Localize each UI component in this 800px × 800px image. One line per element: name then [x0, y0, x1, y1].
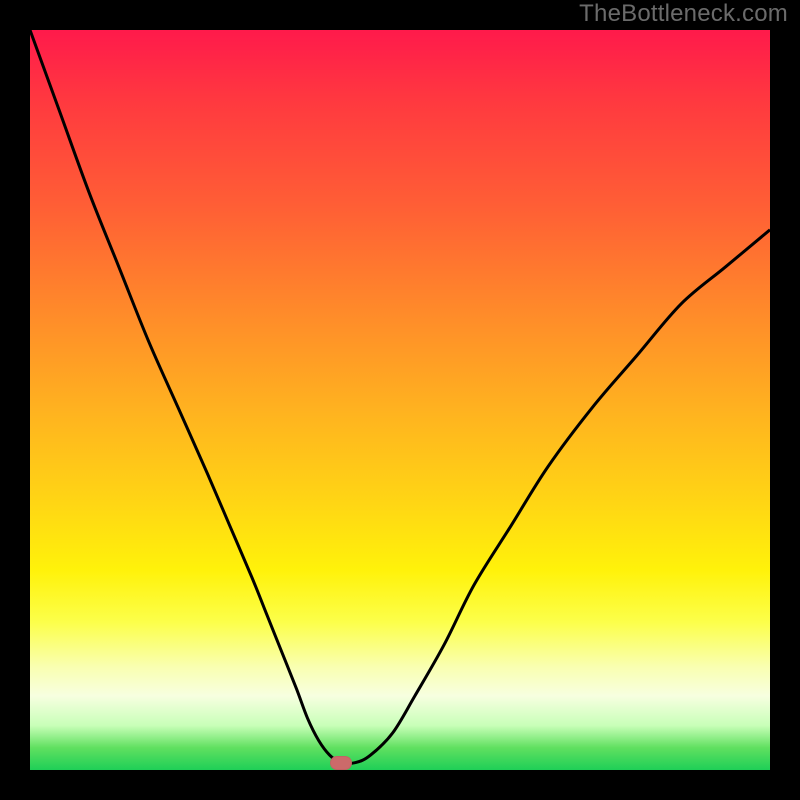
- watermark-text: TheBottleneck.com: [579, 0, 788, 28]
- chart-frame: TheBottleneck.com: [0, 0, 800, 800]
- plot-area: [30, 30, 770, 770]
- bottleneck-curve: [30, 30, 770, 770]
- curve-path: [30, 30, 770, 764]
- optimal-marker: [330, 756, 352, 770]
